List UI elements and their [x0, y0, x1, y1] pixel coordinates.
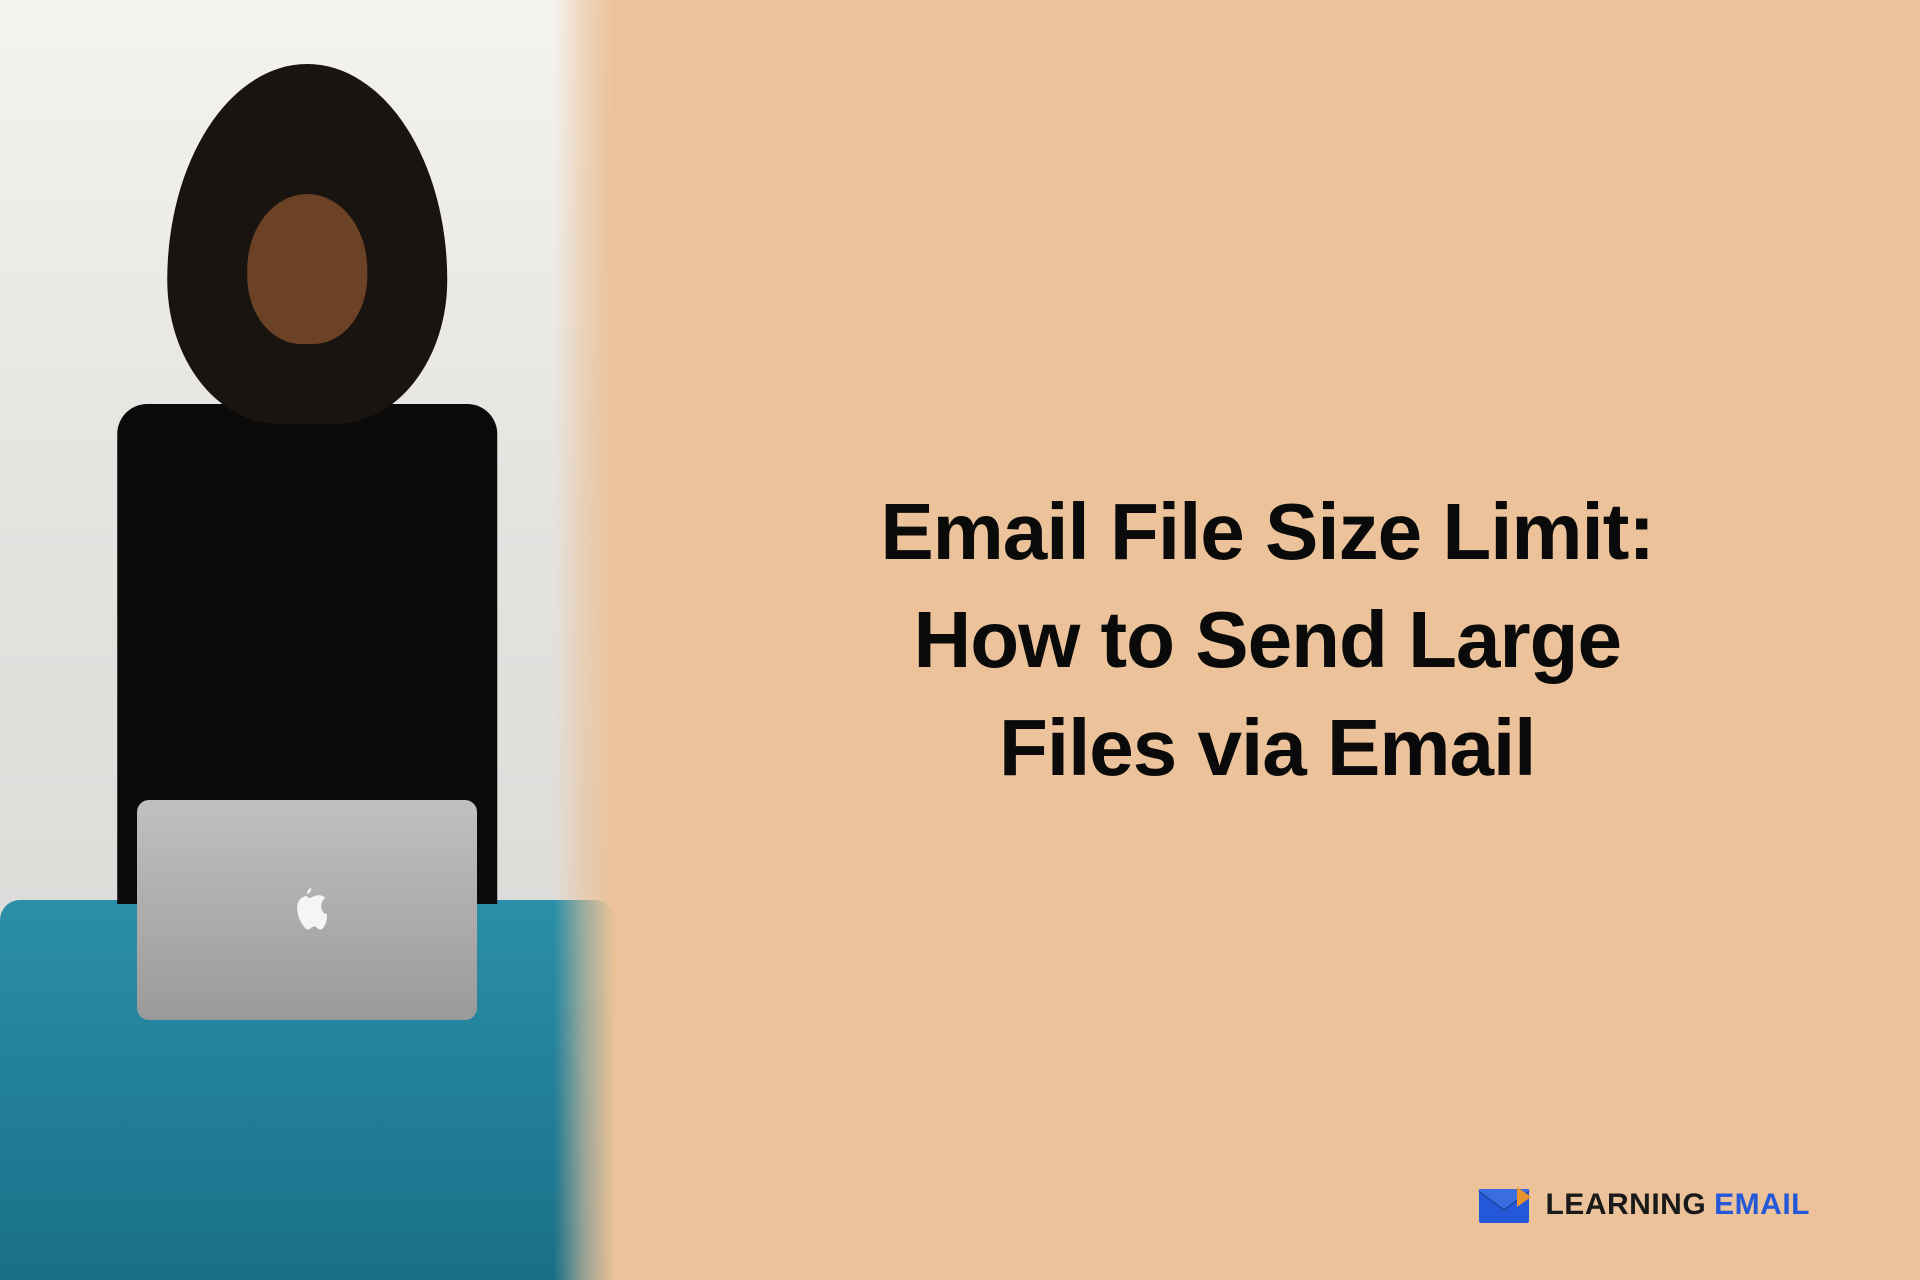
- content-panel: Email File Size Limit: How to Send Large…: [614, 0, 1920, 1280]
- person-silhouette: [61, 64, 553, 832]
- laptop: [137, 800, 477, 1020]
- blog-hero-banner: Email File Size Limit: How to Send Large…: [0, 0, 1920, 1280]
- brand-word-learning: LEARNING: [1545, 1188, 1706, 1222]
- photo-panel: [0, 0, 614, 1280]
- apple-logo-icon: [287, 886, 327, 934]
- brand-text: LEARNING EMAIL: [1545, 1188, 1810, 1222]
- article-headline: Email File Size Limit: How to Send Large…: [817, 478, 1717, 802]
- envelope-icon: [1477, 1185, 1531, 1225]
- person-face: [247, 194, 367, 344]
- person-with-laptop-photo: [0, 0, 614, 1280]
- envelope-svg: [1477, 1185, 1531, 1225]
- brand-logo: LEARNING EMAIL: [1477, 1185, 1810, 1225]
- brand-word-email: EMAIL: [1714, 1188, 1810, 1222]
